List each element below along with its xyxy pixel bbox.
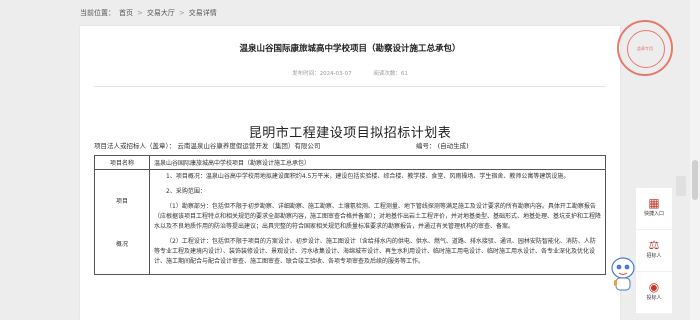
breadcrumb-home-link[interactable]: 首页 [119,8,133,18]
page-title: 温泉山谷国际康旅城高中学校项目（勘察设计施工总承包） [239,44,461,54]
serial-number: 编号： (自动生成) [416,140,469,150]
gavel-icon: ⚖ [648,238,660,252]
project-name-label: 项目名称 [94,155,150,170]
legal-label: 项目法人或招标人（盖章）： [94,142,176,150]
serial-label: 编号： [416,142,436,150]
target-icon: ◉ [648,280,660,294]
tender-button[interactable]: ⚖ 招标人 [636,230,672,272]
overview-paragraph: （1）勘察部分：包括但不限于初步勘察、详细勘察、施工勘察、土壤氡检测、工程测量、… [154,203,602,230]
scrollbar-thumb[interactable] [692,160,698,200]
view-count: 阅读次数：61 [373,71,408,77]
overview-paragraph: 1、项目概况：温泉山谷高中学校用地拟建设面积约4.5万平米，建设包括实验楼、综合… [166,173,570,180]
overview-content: 1、项目概况：温泉山谷高中学校用地拟建设面积约4.5万平米，建设包括实验楼、综合… [149,169,606,275]
document-title: 昆明市工程建设项目拟招标计划表 [248,126,452,141]
meta-line: 发布时间：2024-03-07 阅读次数：61 [80,69,620,77]
breadcrumb: 当前位置： 首页 > 交易大厅 > 交易详情 [80,8,217,18]
publish-time: 发布时间：2024-03-07 [292,71,352,77]
grid-icon: ▦ [648,196,660,210]
breadcrumb-separator: > [178,9,185,17]
tender-label: 招标人 [646,253,662,259]
overview-label-line1: 项目 [115,198,128,205]
breadcrumb-separator: > [137,9,143,17]
breadcrumb-market-link[interactable]: 交易大厅 [147,8,175,18]
quick-entry-button[interactable]: ▦ 快捷入口 [636,188,672,230]
table-row: 项目 概况 1、项目概况：温泉山谷高中学校用地拟建设面积约4.5万平米，建设包括… [94,169,606,275]
project-name-value: 温泉山谷国际康旅城高中学校项目（勘察设计施工总承包） [149,155,606,170]
floating-sidebar: ▦ 快捷入口 ⚖ 招标人 ◉ 投标人 [636,188,672,314]
mascot-icon[interactable] [608,254,638,294]
detail-card: 温泉山谷国际康旅城高中学校项目（勘察设计施工总承包） 发布时间：2024-03-… [80,26,620,320]
breadcrumb-detail: 交易详情 [188,9,217,17]
bidder-button[interactable]: ◉ 投标人 [636,272,672,314]
divider [94,86,606,87]
overview-paragraph: （2）工程设计：包括但不限于项目的方案设计、初步设计、施工图设计（含给排水内的供… [154,238,596,265]
plan-table: 项目名称 温泉山谷国际康旅城高中学校项目（勘察设计施工总承包） 项目 概况 1、… [94,155,606,275]
overview-paragraph: 2、采购范围： [166,188,206,195]
bidder-label: 投标人 [646,295,662,301]
collapse-handle[interactable] [676,176,686,196]
overview-label: 项目 概况 [94,169,150,275]
seal-text: 盖章专用 [637,46,653,51]
breadcrumb-prefix: 当前位置： [80,9,115,17]
seal-stamp: 盖章专用 [617,20,673,76]
overview-label-line2: 概况 [115,241,128,248]
legal-value: 云南温泉山谷康养度假运营开发（集团）有限公司 [177,142,321,150]
document-subheader: 项目法人或招标人（盖章）： 云南温泉山谷康养度假运营开发（集团）有限公司 编号：… [94,140,606,150]
quick-entry-label: 快捷入口 [643,211,664,217]
scrollbar[interactable] [690,0,700,320]
table-row: 项目名称 温泉山谷国际康旅城高中学校项目（勘察设计施工总承包） [94,155,606,170]
serial-value: (自动生成) [437,142,469,150]
